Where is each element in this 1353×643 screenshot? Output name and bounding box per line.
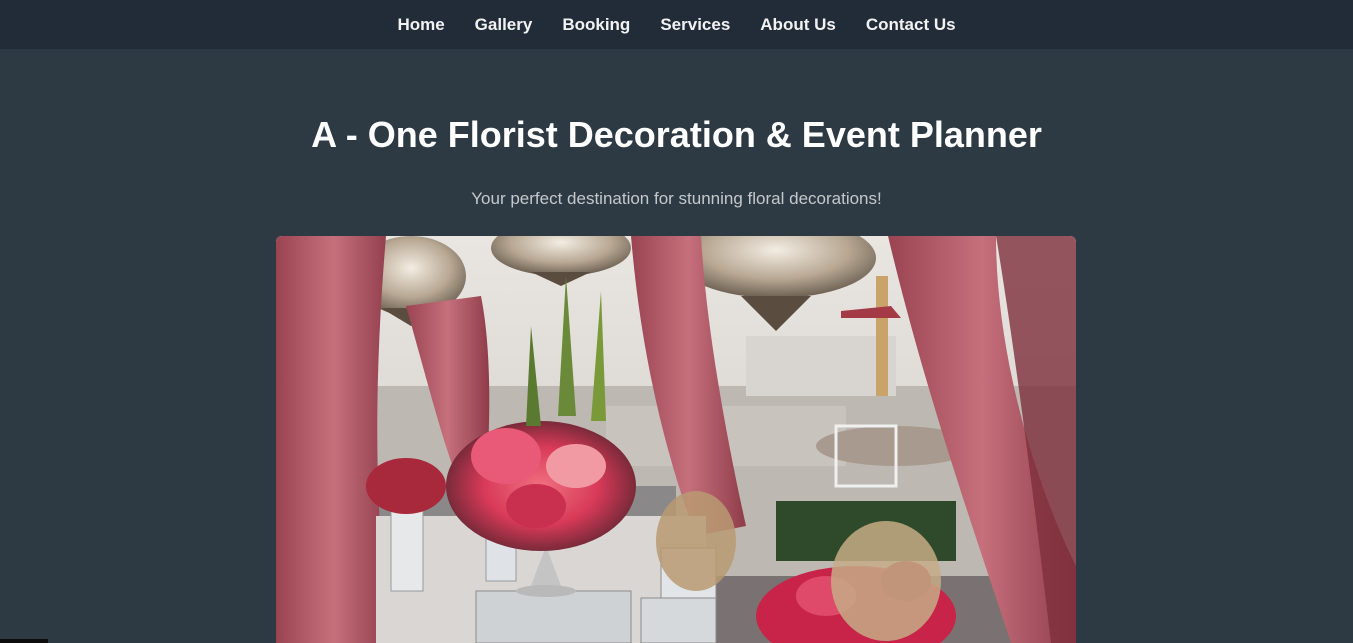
top-navbar: Home Gallery Booking Services About Us C… [0,0,1353,49]
nav-item-services: Services [645,0,745,49]
nav-item-booking: Booking [547,0,645,49]
nav-item-home: Home [382,0,459,49]
nav-item-gallery: Gallery [460,0,548,49]
hero-video-frame [276,236,1076,643]
page-subtitle: Your perfect destination for stunning fl… [471,189,882,208]
nav-link-gallery[interactable]: Gallery [460,0,548,49]
nav-link-services[interactable]: Services [645,0,745,49]
nav-item-contact-us: Contact Us [851,0,971,49]
bottom-edge-bar [0,639,48,643]
nav-link-booking[interactable]: Booking [547,0,645,49]
page-title: A - One Florist Decoration & Event Plann… [311,114,1042,155]
nav-link-about-us[interactable]: About Us [745,0,851,49]
hero-video[interactable] [276,236,1076,643]
nav-list: Home Gallery Booking Services About Us C… [382,0,970,49]
nav-link-home[interactable]: Home [382,0,459,49]
nav-item-about-us: About Us [745,0,851,49]
nav-link-contact-us[interactable]: Contact Us [851,0,971,49]
